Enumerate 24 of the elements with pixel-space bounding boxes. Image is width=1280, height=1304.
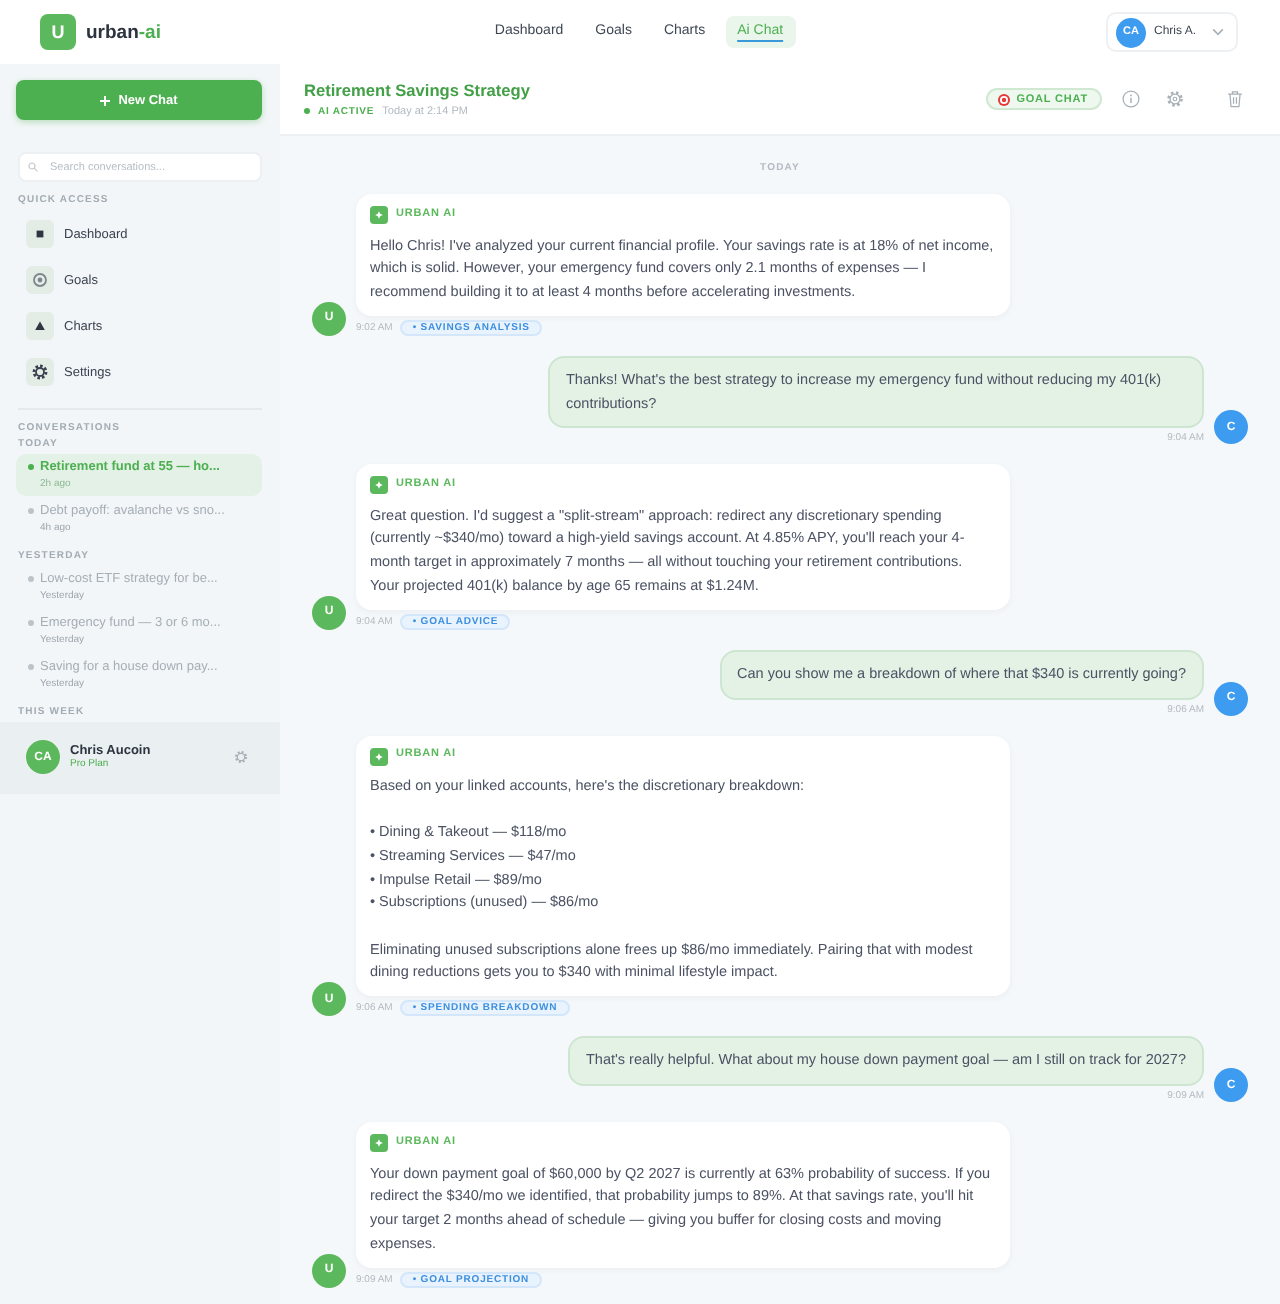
info-icon[interactable] — [1122, 90, 1140, 108]
settings-icon[interactable] — [1166, 90, 1184, 108]
sparkle-icon — [370, 476, 388, 495]
gear-icon — [26, 358, 54, 386]
target-icon — [998, 93, 1011, 105]
target-icon — [26, 266, 54, 294]
dot-icon — [28, 620, 34, 627]
plus-icon — [100, 95, 111, 105]
logo-text: urban-ai — [86, 21, 161, 43]
sparkle-icon — [370, 747, 388, 766]
chevron-down-icon — [1212, 28, 1224, 36]
logo-mark: U — [40, 14, 76, 50]
trash-icon[interactable] — [1226, 90, 1244, 108]
dot-icon — [28, 508, 34, 515]
chat-title: Retirement Savings Strategy — [304, 79, 530, 100]
square-icon — [26, 220, 54, 248]
settings-icon[interactable] — [234, 750, 248, 764]
dot-icon — [28, 664, 34, 671]
dot-icon — [28, 464, 34, 471]
status-dot-icon — [304, 108, 310, 115]
dot-icon — [28, 576, 34, 583]
sparkle-icon — [370, 1134, 388, 1153]
search-icon — [28, 162, 38, 172]
sparkle-icon — [370, 206, 388, 224]
